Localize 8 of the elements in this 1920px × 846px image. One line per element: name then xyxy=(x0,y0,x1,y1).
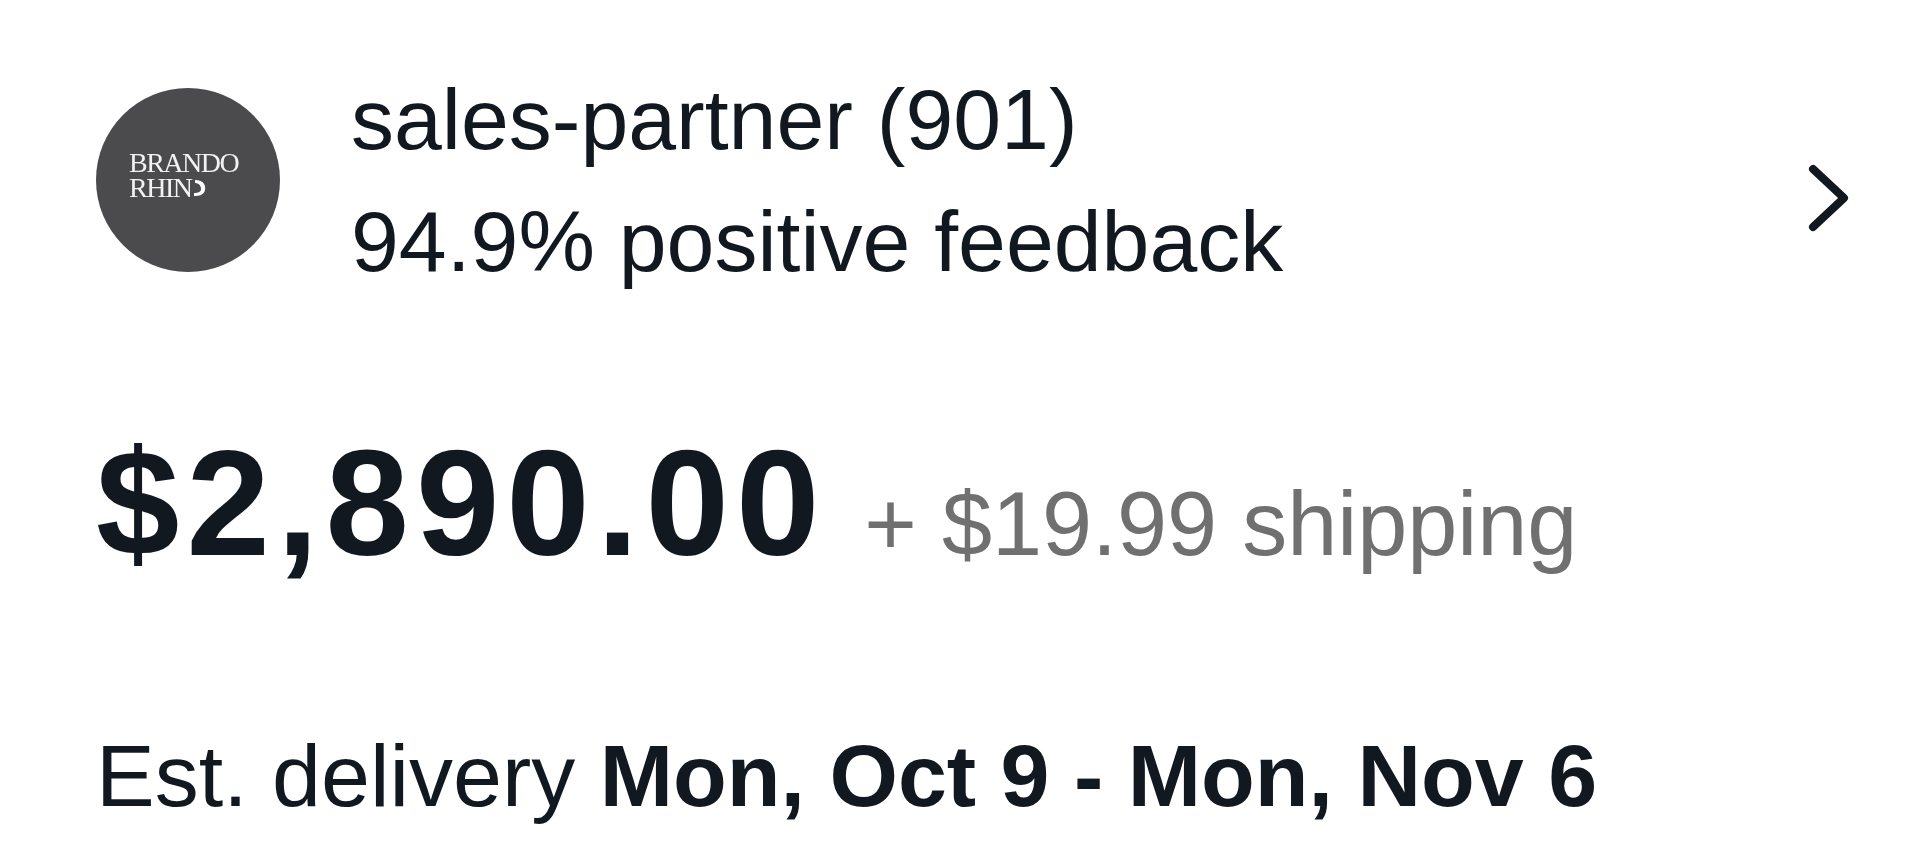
shipping-cost: + $19.99 shipping xyxy=(864,473,1578,576)
item-price: $2,890.00 xyxy=(96,428,827,578)
feedback-score: 94.9% positive feedback xyxy=(351,192,1284,291)
logo-text: BRANDO xyxy=(129,150,239,175)
seller-name: sales-partner (901) xyxy=(351,70,1078,169)
delivery-estimate: Est. delivery Mon, Oct 9 - Mon, Nov 6 xyxy=(96,725,1598,827)
curl-icon xyxy=(193,177,208,198)
logo-text: RHIN xyxy=(129,175,192,200)
